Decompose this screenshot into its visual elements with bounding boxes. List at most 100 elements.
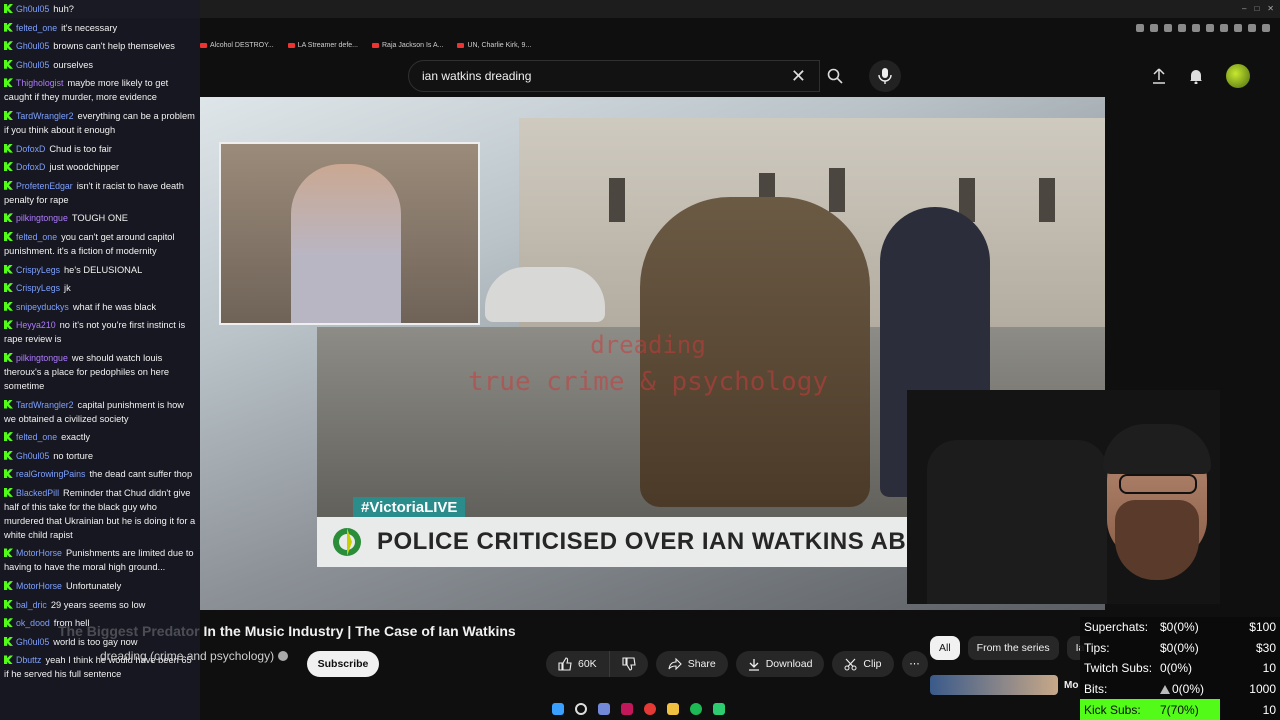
chat-username[interactable]: Gh0ul05 [16, 4, 49, 14]
chat-username[interactable]: Thighologist [16, 78, 63, 88]
chat-username[interactable]: felted_one [16, 432, 57, 442]
bookmark-icon[interactable] [1164, 24, 1172, 32]
video-inset-person [291, 164, 401, 323]
dislike-button[interactable] [609, 651, 648, 677]
shield-icon[interactable] [1178, 24, 1186, 32]
chat-username[interactable]: ok_dood [16, 618, 50, 628]
share-icon [668, 658, 682, 670]
channel-watermark: dreading true crime & psychology [467, 331, 829, 397]
recommended-title[interactable]: Mo [1064, 680, 1078, 691]
chat-username[interactable]: MotorHorse [16, 548, 62, 558]
stream-chat[interactable]: Gh0ul05 huh? felted_one it's necessary Gh0ul… [0, 0, 200, 720]
pin-icon[interactable] [1150, 24, 1158, 32]
app-icon[interactable] [621, 703, 633, 715]
chat-username[interactable]: Gh0ul05 [16, 60, 49, 70]
kick-badge-icon [4, 618, 13, 628]
video-thumbnail[interactable] [930, 675, 1058, 695]
window-controls[interactable]: – □ ✕ [1242, 4, 1274, 13]
spotify-icon[interactable] [690, 703, 702, 715]
chat-username[interactable]: realGrowingPains [16, 469, 85, 479]
chat-username[interactable]: Gh0ul05 [16, 41, 49, 51]
kick-badge-icon [4, 581, 13, 591]
extension-icon[interactable] [1192, 24, 1200, 32]
chat-text: Unfortunately [65, 581, 122, 592]
chat-username[interactable]: Heyya210 [16, 320, 56, 330]
chat-message: Heyya210 no it's not you're first instinc… [4, 318, 196, 346]
windows-start-icon[interactable] [552, 703, 564, 715]
streamer-webcam [907, 390, 1220, 604]
streamer-beard [1115, 500, 1199, 580]
bookmark-item[interactable]: LA Streamer defe... [287, 36, 358, 54]
notifications-bell-icon[interactable] [1188, 68, 1204, 84]
download-icon[interactable] [1234, 24, 1242, 32]
chat-text: TOUGH ONE [71, 213, 128, 224]
thumbs-up-icon [558, 657, 572, 671]
youtube-icon [457, 42, 465, 48]
chat-username[interactable]: BlackedPill [16, 488, 59, 498]
chat-username[interactable]: Gh0ul05 [16, 637, 49, 647]
download-button[interactable]: Download [735, 651, 825, 677]
search-icon [827, 68, 843, 84]
chat-username[interactable]: CrispyLegs [16, 283, 60, 293]
voice-search-button[interactable] [869, 60, 901, 92]
chat-username[interactable]: felted_one [16, 23, 57, 33]
folder-icon[interactable] [667, 703, 679, 715]
chat-username[interactable]: TardWrangler2 [16, 400, 74, 410]
chrome-icon[interactable] [644, 703, 656, 715]
chat-message: Gh0ul05 no torture [4, 449, 196, 463]
chip-from-the-series[interactable]: From the series [967, 636, 1059, 660]
search-icon[interactable] [575, 703, 587, 715]
recommendation-chips: All From the series Ia [930, 636, 1094, 660]
share-button[interactable]: Share [655, 651, 728, 677]
puzzle-icon[interactable] [1220, 24, 1228, 32]
search-query[interactable]: ian watkins dreading [422, 69, 531, 83]
chat-message: felted_one you can't get around capitol p… [4, 230, 196, 258]
chat-username[interactable]: felted_one [16, 232, 57, 242]
chat-message: pilkingtongue we should watch louis thero… [4, 351, 196, 393]
close-window-icon[interactable]: ✕ [1267, 4, 1274, 13]
search-input[interactable]: ian watkins dreading ✕ [408, 60, 820, 92]
bookmark-item[interactable]: Raja Jackson Is A... [372, 36, 443, 54]
clip-button[interactable]: Clip [832, 651, 894, 677]
chat-username[interactable]: Dbuttz [16, 655, 41, 665]
chip-all[interactable]: All [930, 636, 960, 660]
like-button[interactable]: 60K [546, 651, 610, 677]
bookmark-item[interactable]: UN, Charlie Kirk, 9... [457, 36, 531, 54]
subscribe-button[interactable]: Subscribe [307, 651, 379, 677]
chat-username[interactable]: snipeyduckys [16, 302, 69, 312]
play-icon[interactable] [1206, 24, 1214, 32]
chat-username[interactable]: ProfetenEdgar [16, 181, 73, 191]
chat-message: TardWrangler2 capital punishment is how w… [4, 398, 196, 426]
bits-icon [1160, 685, 1170, 695]
kick-badge-icon [4, 469, 13, 479]
chat-username[interactable]: MotorHorse [16, 581, 62, 591]
app-icon[interactable] [713, 703, 725, 715]
upload-icon[interactable] [1152, 68, 1166, 84]
chat-username[interactable]: CrispyLegs [16, 265, 60, 275]
menu-icon[interactable] [1262, 24, 1270, 32]
chat-username[interactable]: pilkingtongue [16, 353, 68, 363]
discord-icon[interactable] [598, 703, 610, 715]
clear-search-icon[interactable]: ✕ [791, 67, 806, 85]
avatar[interactable] [1226, 64, 1250, 88]
minimize-icon[interactable]: – [1242, 4, 1246, 13]
chat-username[interactable]: pilkingtongue [16, 213, 68, 223]
thumbs-down-icon [622, 657, 636, 671]
kick-badge-icon [4, 59, 13, 69]
chat-username[interactable]: DofoxD [16, 144, 45, 154]
chat-text: browns can't help themselves [53, 41, 175, 52]
profile-icon[interactable] [1248, 24, 1256, 32]
zoom-icon[interactable] [1136, 24, 1144, 32]
search-button[interactable] [817, 60, 853, 92]
maximize-icon[interactable]: □ [1254, 4, 1259, 13]
channel-name[interactable]: dreading (crime and psychology) [100, 649, 289, 663]
chat-username[interactable]: TardWrangler2 [16, 111, 74, 121]
recommended-video[interactable]: Mo [930, 675, 1080, 695]
kick-badge-icon [4, 399, 13, 409]
chat-username[interactable]: DofoxD [16, 162, 45, 172]
youtube-icon [372, 42, 379, 48]
bookmark-item[interactable]: Alcohol DESTROY... [200, 36, 274, 54]
chat-username[interactable]: bal_dric [16, 600, 47, 610]
chat-username[interactable]: Gh0ul05 [16, 451, 49, 461]
more-actions-button[interactable]: ⋯ [901, 651, 928, 677]
